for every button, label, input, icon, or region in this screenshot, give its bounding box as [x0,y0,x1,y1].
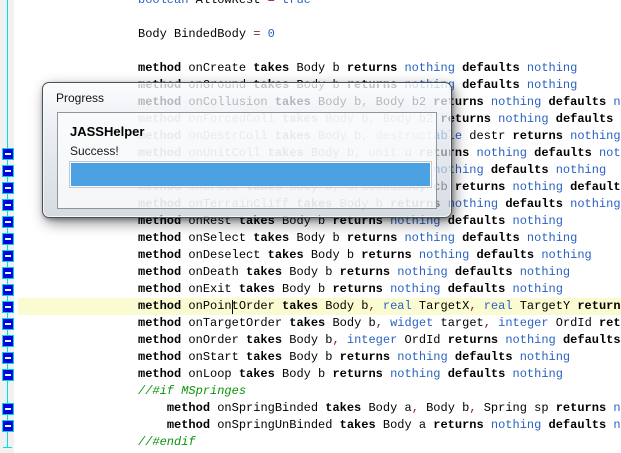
code-line[interactable]: method onSpringUnBinded takes Body a ret… [0,417,621,434]
code-line[interactable]: Body BindedBody = 0 [0,26,621,43]
code-line[interactable]: method onDeselect takes Body b returns n… [0,247,621,264]
fold-marker[interactable] [2,182,14,194]
code-line[interactable]: method onCreate takes Body b returns not… [0,60,621,77]
fold-marker[interactable] [2,250,14,262]
fold-marker[interactable] [2,165,14,177]
code-line[interactable]: boolean AllowRest = true [0,0,621,9]
fold-marker[interactable] [2,284,14,296]
code-editor: boolean AllowRest = true Body BindedBody … [0,0,621,453]
code-line[interactable]: //#if MSpringes [0,383,621,400]
progress-dialog: Progress JASSHelper Success! [42,82,452,218]
fold-marker[interactable] [2,403,14,415]
code-line[interactable]: method onSelect takes Body b returns not… [0,230,621,247]
code-line[interactable]: //#endif [0,434,621,451]
fold-marker[interactable] [2,216,14,228]
fold-marker[interactable] [2,267,14,279]
fold-marker[interactable] [2,301,14,313]
code-line[interactable]: method onExit takes Body b returns nothi… [0,281,621,298]
code-line[interactable] [0,43,621,60]
code-line[interactable]: method onLoop takes Body b returns nothi… [0,366,621,383]
code-lines: boolean AllowRest = true Body BindedBody … [0,0,621,451]
text-caret [232,300,233,314]
fold-marker[interactable] [2,199,14,211]
progress-bar-fill [71,163,430,186]
fold-marker[interactable] [2,369,14,381]
fold-marker[interactable] [2,352,14,364]
code-line[interactable] [0,9,621,26]
code-line[interactable]: method onPointOrder takes Body b, real T… [0,298,621,315]
code-line[interactable]: method onTargetOrder takes Body b, widge… [0,315,621,332]
code-line[interactable]: method onSpringBinded takes Body a, Body… [0,400,621,417]
dialog-status-text: Success! [70,144,119,158]
dialog-titlebar[interactable]: Progress [43,83,451,112]
fold-marker[interactable] [2,148,14,160]
fold-marker[interactable] [2,318,14,330]
fold-marker[interactable] [2,233,14,245]
fold-line-end-tick [3,447,12,448]
progress-bar-track [69,161,432,188]
dialog-app-name: JASSHelper [70,124,145,139]
fold-margin [0,0,18,453]
fold-marker[interactable] [2,420,14,432]
code-area[interactable]: boolean AllowRest = true Body BindedBody … [0,0,621,453]
code-line[interactable]: method onStart takes Body b returns noth… [0,349,621,366]
dialog-title: Progress [56,91,105,105]
fold-marker[interactable] [2,335,14,347]
code-line[interactable]: method onOrder takes Body b, integer Ord… [0,332,621,349]
dialog-client: JASSHelper Success! [57,112,437,209]
code-line[interactable]: method onDeath takes Body b returns noth… [0,264,621,281]
